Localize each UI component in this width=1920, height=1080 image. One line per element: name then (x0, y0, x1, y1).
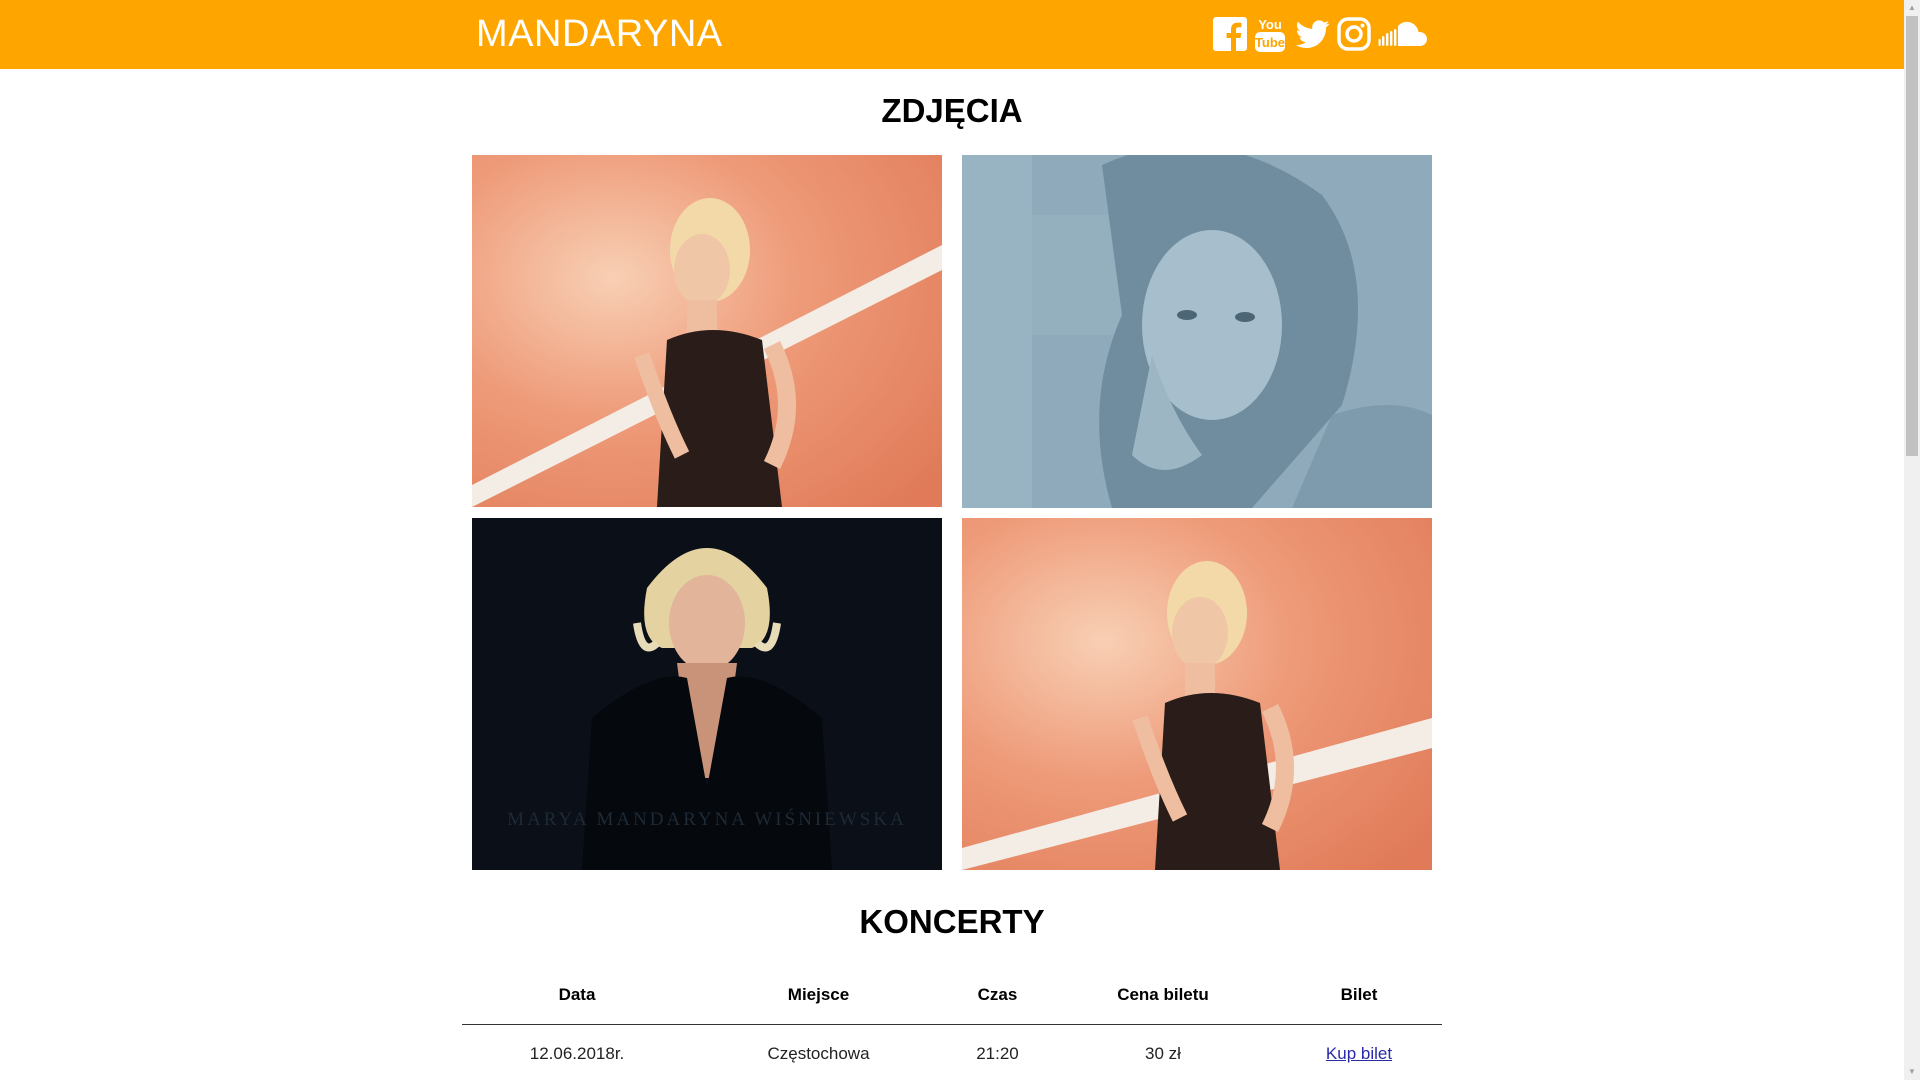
facebook-icon[interactable] (1213, 17, 1247, 53)
table-header-row: Data Miejsce Czas Cena biletu Bilet (462, 966, 1442, 1025)
concerts-heading: KONCERTY (859, 903, 1045, 940)
column-header-ticket: Bilet (1276, 966, 1442, 1025)
column-header-time: Czas (945, 966, 1050, 1025)
svg-text:Tube: Tube (1255, 35, 1285, 50)
header-bar: MANDARYNA You Tube (0, 0, 1904, 69)
vertical-scrollbar[interactable]: ▲ ▼ (1904, 0, 1920, 1080)
site-logo-text[interactable]: MANDARYNA (476, 12, 723, 56)
concert-price: 30 zł (1145, 1044, 1181, 1063)
column-header-date: Data (462, 966, 692, 1025)
photo-1[interactable] (472, 155, 942, 507)
concert-place: Częstochowa (767, 1044, 870, 1063)
column-header-place: Miejsce (692, 966, 945, 1025)
table-row: 12.06.2018r. Częstochowa 21:20 30 zł Kup… (462, 1025, 1442, 1080)
scroll-up-arrow-icon[interactable]: ▲ (1904, 0, 1920, 16)
page: MANDARYNA You Tube ZDJĘCIA MARYA MANDARY… (0, 0, 1920, 1080)
photo-2[interactable] (962, 155, 1432, 508)
concert-date: 12.06.2018r. (529, 1044, 625, 1063)
photos-heading: ZDJĘCIA (881, 92, 1023, 129)
svg-text:MARYA MANDARYNA WIŚNIEWSKA: MARYA MANDARYNA WIŚNIEWSKA (507, 808, 907, 830)
concert-time: 21:20 (976, 1044, 1019, 1063)
scroll-down-arrow-icon[interactable]: ▼ (1904, 1064, 1920, 1080)
instagram-icon[interactable] (1337, 17, 1371, 53)
svg-text:You: You (1258, 17, 1282, 32)
twitter-icon[interactable] (1296, 17, 1330, 53)
photo-4[interactable] (962, 518, 1432, 870)
photo-3[interactable]: MARYA MANDARYNA WIŚNIEWSKA (472, 518, 942, 870)
column-header-price: Cena biletu (1050, 966, 1276, 1025)
buy-ticket-link[interactable]: Kup bilet (1326, 1044, 1392, 1063)
concerts-table: Data Miejsce Czas Cena biletu Bilet 12.0… (462, 966, 1442, 1080)
youtube-icon[interactable]: You Tube (1254, 15, 1286, 52)
scrollbar-thumb[interactable] (1906, 16, 1918, 456)
soundcloud-icon[interactable] (1378, 20, 1428, 56)
concert-ticket-cell: Kup bilet (1276, 1025, 1442, 1080)
